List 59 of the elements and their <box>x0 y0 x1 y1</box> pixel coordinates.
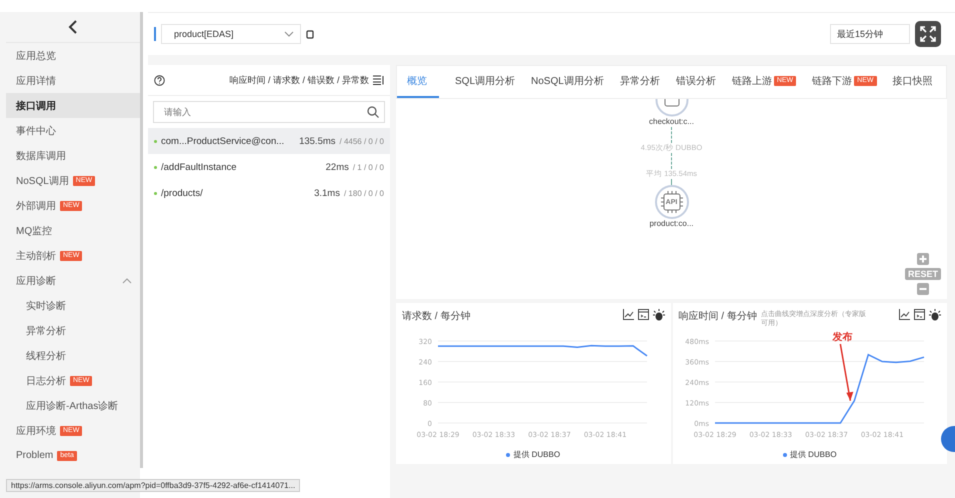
tab[interactable]: 接口快照 <box>892 66 932 98</box>
chart-legend[interactable]: 提供 DUBBO <box>782 449 837 460</box>
sidebar-item[interactable]: MQ监控 <box>6 218 140 243</box>
tab[interactable]: 错误分析 <box>676 66 716 98</box>
response-time: 22ms <box>326 162 349 172</box>
chart-legend[interactable]: 提供 DUBBO <box>506 449 560 460</box>
response-time: 3.1ms <box>314 188 340 198</box>
chart-title: 响应时间 / 每分钟 <box>678 310 757 323</box>
line-chart-icon[interactable] <box>899 309 910 320</box>
app-select[interactable]: product[EDAS] <box>161 24 301 44</box>
interface-name: com...ProductService@con... <box>161 136 284 146</box>
terminal-icon[interactable] <box>914 309 925 320</box>
interface-row[interactable]: /products/ 3.1ms / 180 / 0 / 0 <box>148 180 390 206</box>
interface-counts: / 180 / 0 / 0 <box>344 188 384 198</box>
plus-icon <box>916 253 929 265</box>
interface-row[interactable]: /addFaultInstance 22ms / 1 / 0 / 0 <box>148 154 390 180</box>
node-label: product:co... <box>649 219 694 229</box>
interface-counts: / 1 / 0 / 0 <box>352 162 384 172</box>
help-icon[interactable] <box>154 74 165 86</box>
terminal-icon[interactable] <box>638 309 648 320</box>
sidebar-item[interactable]: 数据库调用 <box>6 143 140 168</box>
annotation: 发布 <box>830 331 852 343</box>
sort-icon[interactable] <box>373 75 384 85</box>
node-label: checkout:c... <box>649 117 694 127</box>
expand-icon <box>920 26 936 42</box>
chevron-left-icon <box>67 20 79 34</box>
release-annotation: 发布 <box>832 332 853 401</box>
metrics-header: 响应时间 / 请求数 / 错误数 / 异常数 <box>229 74 369 86</box>
fullscreen-button[interactable] <box>915 21 941 47</box>
tab[interactable]: 异常分析 <box>620 66 660 98</box>
interface-name: /addFaultInstance <box>161 162 237 172</box>
tab[interactable]: NoSQL调用分析 <box>531 66 604 98</box>
interface-name: /products/ <box>161 188 203 198</box>
bug-icon[interactable] <box>929 309 941 321</box>
sidebar-item[interactable]: 应用总览 <box>6 43 140 68</box>
sidebar-subitem[interactable]: 异常分析 <box>6 318 140 343</box>
bug-icon[interactable] <box>652 309 664 321</box>
interface-counts: / 4456 / 0 / 0 <box>340 136 384 146</box>
time-range-select[interactable]: 最近15分钟 <box>830 24 910 44</box>
sidebar-item[interactable]: 事件中心 <box>6 118 140 143</box>
copy-icon[interactable] <box>306 30 314 38</box>
response-time: 135.5ms <box>299 136 336 146</box>
sidebar-subitem[interactable]: 实时诊断 <box>6 293 140 318</box>
search-field[interactable]: 请输入 <box>153 101 385 123</box>
sidebar-item[interactable]: 接口调用 <box>6 93 140 118</box>
minus-icon <box>916 283 929 295</box>
search-icon <box>367 106 379 118</box>
sidebar-item[interactable]: 应用诊断 <box>6 268 140 293</box>
chevron-up-icon[interactable] <box>122 278 132 284</box>
interface-row[interactable]: com...ProductService@con... 135.5ms / 4456 / 0 / 0 <box>148 128 390 154</box>
chart-title: 请求数 / 每分钟 <box>402 310 470 323</box>
tab[interactable]: SQL调用分析 <box>455 66 516 98</box>
sidebar-item[interactable]: 应用详情 <box>6 68 140 93</box>
chip-icon <box>660 191 682 213</box>
sidebar-subitem[interactable]: 线程分析 <box>6 343 140 368</box>
chevron-down-icon <box>284 31 294 37</box>
status-url: https://arms.console.aliyun.com/apm?pid=0ffba3d9-37f5-4292-af6e-cf1414071... <box>6 479 300 492</box>
sidebar-subitem[interactable]: 应用诊断-Arthas诊断 <box>6 393 140 418</box>
line-chart-icon[interactable] <box>622 309 634 320</box>
